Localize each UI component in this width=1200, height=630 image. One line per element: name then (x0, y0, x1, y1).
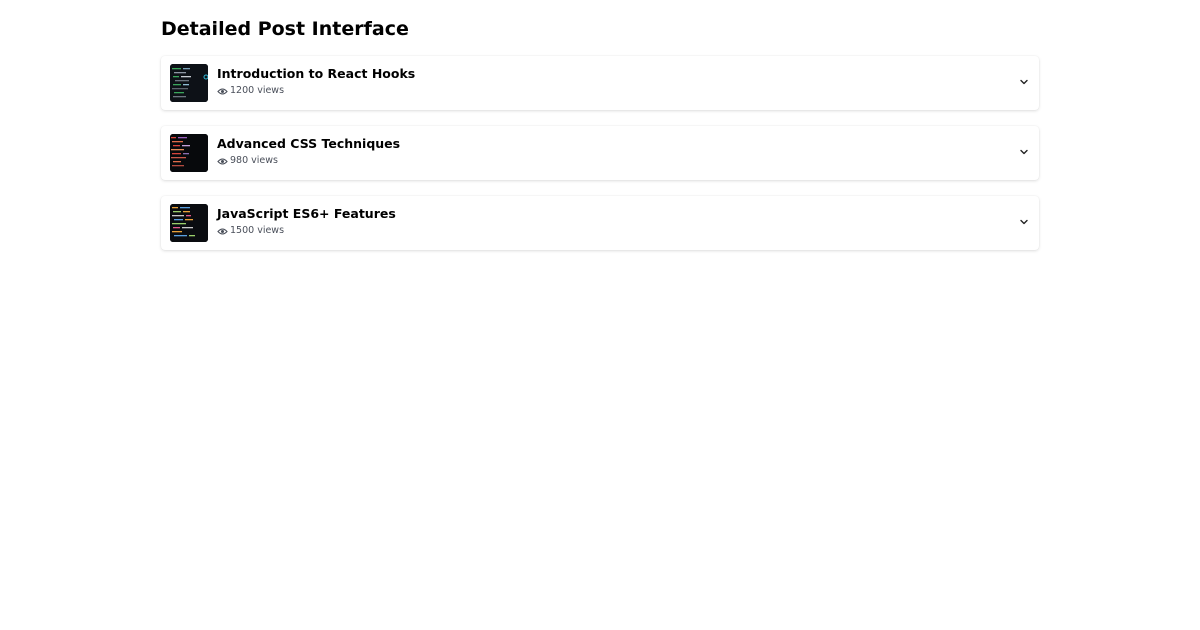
post-thumbnail (170, 64, 208, 102)
code-thumbnail-icon (170, 204, 208, 242)
post-title: Advanced CSS Techniques (217, 136, 401, 151)
eye-icon (217, 227, 228, 235)
post-card-react-hooks[interactable]: Introduction to React Hooks 1200 views (161, 56, 1039, 110)
post-views: 1500 views (217, 225, 284, 237)
chevron-down-icon[interactable] (1018, 216, 1030, 228)
eye-icon (217, 157, 228, 165)
views-count: 980 views (230, 155, 278, 166)
post-title: JavaScript ES6+ Features (217, 206, 396, 221)
post-thumbnail (170, 204, 208, 242)
eye-icon (217, 87, 228, 95)
chevron-down-icon[interactable] (1018, 146, 1030, 158)
post-card-javascript-es6[interactable]: JavaScript ES6+ Features 1500 views (161, 196, 1039, 250)
post-views: 1200 views (217, 85, 284, 97)
post-list: Introduction to React Hooks 1200 views A… (161, 56, 1039, 250)
post-thumbnail (170, 134, 208, 172)
code-thumbnail-icon (170, 64, 208, 102)
post-views: 980 views (217, 155, 278, 167)
views-count: 1200 views (230, 85, 285, 96)
code-thumbnail-icon (170, 134, 208, 172)
post-card-advanced-css[interactable]: Advanced CSS Techniques 980 views (161, 126, 1039, 180)
main-container: Detailed Post Interface Introduction to … (161, 17, 1039, 266)
page-title: Detailed Post Interface (161, 18, 409, 40)
chevron-down-icon[interactable] (1018, 76, 1030, 88)
post-title: Introduction to React Hooks (217, 66, 416, 81)
views-count: 1500 views (230, 225, 285, 236)
